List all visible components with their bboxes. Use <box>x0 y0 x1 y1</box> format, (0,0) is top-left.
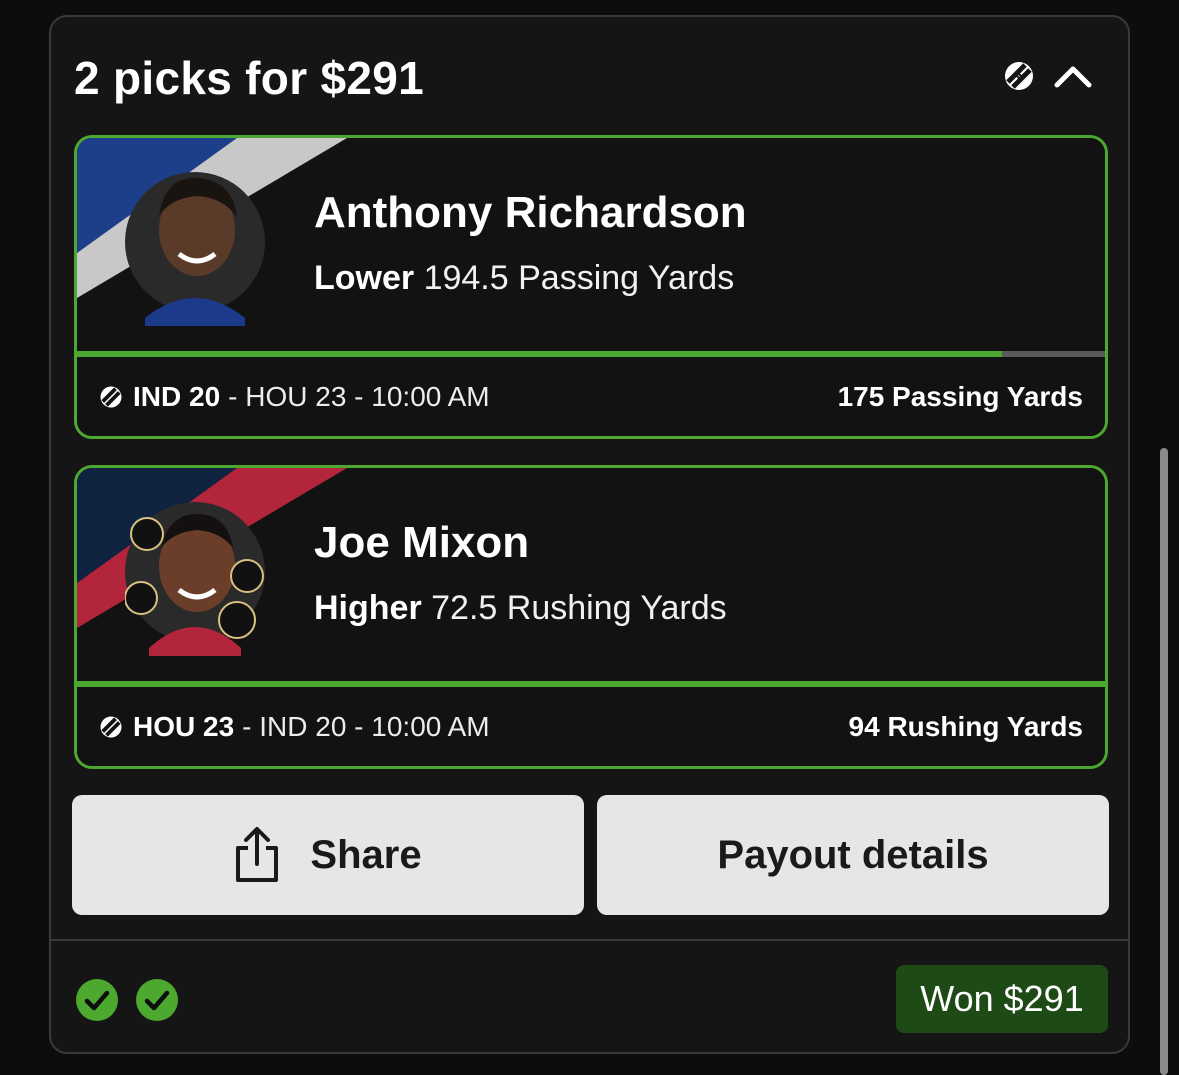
entry-panel: 2 picks for $291 Anthony Richardson Lowe… <box>49 15 1130 1054</box>
pick-line: Higher 72.5 Rushing Yards <box>314 589 727 628</box>
pick-card-top: Anthony Richardson Lower 194.5 Passing Y… <box>77 138 1105 351</box>
player-avatar <box>125 172 265 326</box>
pick-projection: 72.5 Rushing Yards <box>431 589 727 627</box>
pick-projection: 194.5 Passing Yards <box>423 259 735 297</box>
scrollbar[interactable] <box>1160 448 1168 1075</box>
result-stat: 175 Passing Yards <box>837 381 1083 412</box>
game-detail: - HOU 23 - 10:00 AM <box>228 381 490 412</box>
pick-card[interactable]: Joe Mixon Higher 72.5 Rushing Yards HOU … <box>74 465 1108 769</box>
result-stat: 94 Rushing Yards <box>848 711 1083 742</box>
football-icon <box>1005 62 1033 90</box>
share-icon <box>236 827 279 882</box>
check-circle-icon <box>76 979 118 1021</box>
pick-card-top: Joe Mixon Higher 72.5 Rushing Yards <box>77 468 1105 681</box>
pick-line: Lower 194.5 Passing Yards <box>314 259 734 298</box>
player-team-score: HOU 23 <box>133 711 235 742</box>
pick-card[interactable]: Anthony Richardson Lower 194.5 Passing Y… <box>74 135 1108 439</box>
pick-direction: Higher <box>314 589 422 627</box>
pick-card-footer: HOU 23 - IND 20 - 10:00 AM 94 Rushing Ya… <box>77 687 1105 766</box>
payout-details-label: Payout details <box>717 832 989 877</box>
won-badge: Won $291 <box>896 965 1108 1033</box>
entry-header: 2 picks for $291 <box>51 17 1128 137</box>
pick-direction: Lower <box>314 259 415 297</box>
game-detail: - IND 20 - 10:00 AM <box>242 711 490 742</box>
chevron-up-icon[interactable] <box>1051 57 1095 93</box>
player-name: Anthony Richardson <box>314 188 747 237</box>
football-icon <box>100 386 122 408</box>
entry-title: 2 picks for $291 <box>74 52 425 104</box>
football-icon <box>100 716 122 738</box>
player-avatar <box>125 502 265 656</box>
pick-card-footer: IND 20 - HOU 23 - 10:00 AM 175 Passing Y… <box>77 357 1105 436</box>
payout-details-button[interactable]: Payout details <box>597 795 1109 915</box>
share-button[interactable]: Share <box>72 795 584 915</box>
check-circle-icon <box>136 979 178 1021</box>
game-info: IND 20 - HOU 23 - 10:00 AM <box>99 381 490 413</box>
game-info: HOU 23 - IND 20 - 10:00 AM <box>99 711 490 743</box>
player-name: Joe Mixon <box>314 518 530 567</box>
player-team-score: IND 20 <box>133 381 221 412</box>
share-label: Share <box>310 832 422 877</box>
divider <box>51 939 1128 941</box>
